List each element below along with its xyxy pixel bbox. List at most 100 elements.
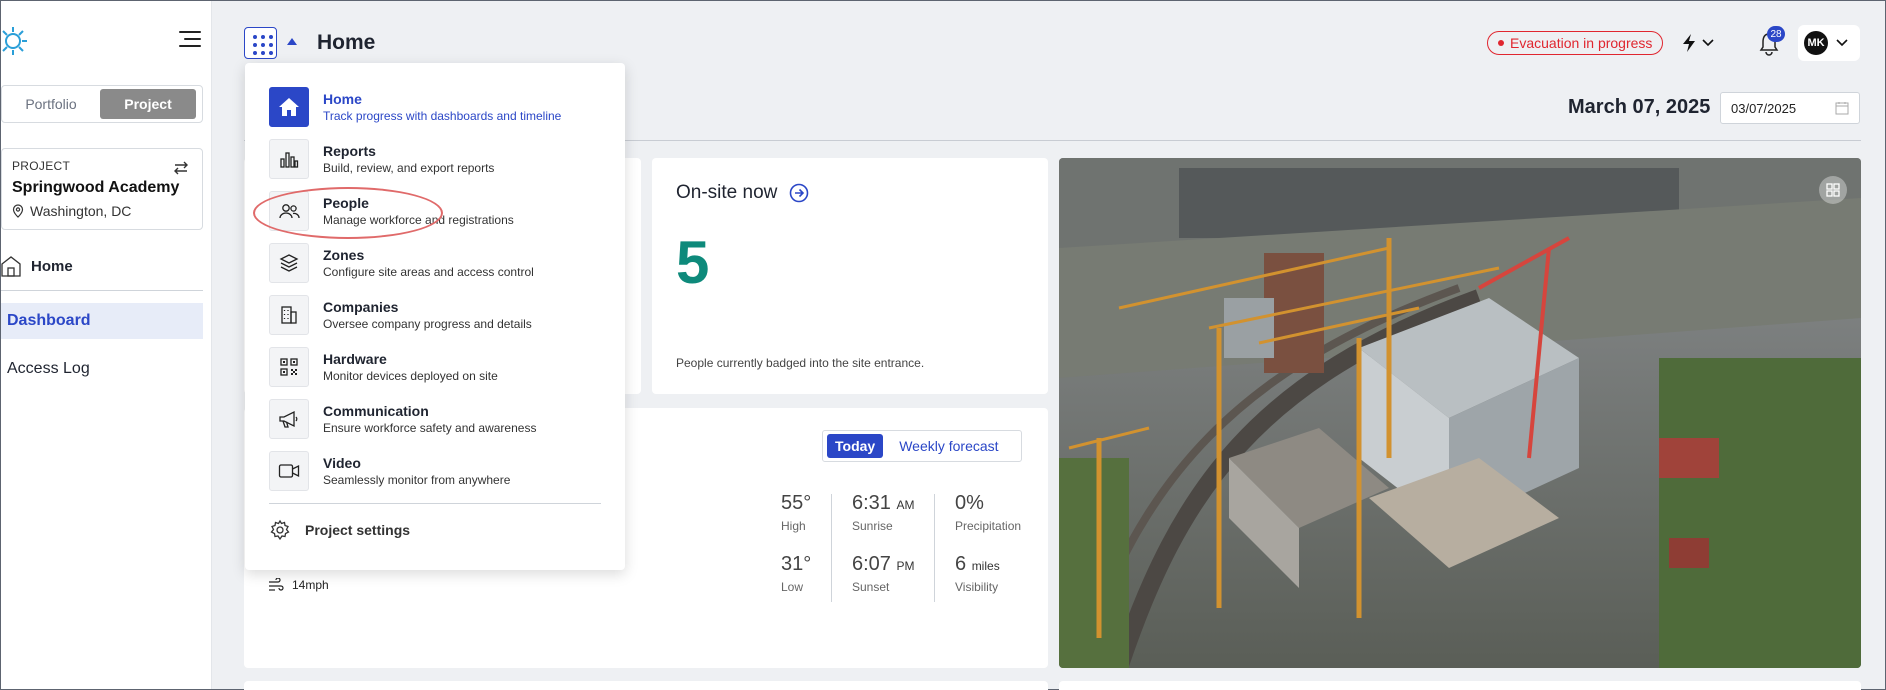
current-date-heading: March 07, 2025 bbox=[1568, 96, 1711, 118]
app-launcher-button[interactable] bbox=[244, 27, 277, 59]
menu-item-title: Zones bbox=[323, 247, 365, 263]
onsite-title-text: On-site now bbox=[676, 182, 778, 203]
menu-item-title: People bbox=[323, 195, 369, 211]
expand-view-icon[interactable] bbox=[1819, 176, 1847, 204]
menu-item-communication[interactable]: Communication Ensure workforce safety and… bbox=[269, 397, 609, 441]
chevron-down-icon bbox=[1702, 39, 1714, 47]
visibility-value: 6 miles bbox=[955, 553, 1000, 575]
sidebar-item-dashboard[interactable]: Dashboard bbox=[1, 303, 203, 339]
dashboard-card bbox=[244, 681, 1048, 690]
hamburger-menu-icon[interactable] bbox=[179, 31, 201, 49]
conditions-column: 0% Precipitation 6 miles Visibility bbox=[955, 492, 1021, 594]
visibility-label: Visibility bbox=[955, 580, 999, 594]
notification-count-badge: 28 bbox=[1767, 26, 1785, 42]
home-outline-icon bbox=[1, 256, 21, 277]
sun-column: 6:31 AM Sunrise 6:07 PM Sunset bbox=[852, 492, 915, 594]
sidebar-item-home[interactable]: Home bbox=[1, 253, 203, 279]
home-icon bbox=[269, 87, 309, 127]
arrow-right-circle-icon[interactable] bbox=[789, 183, 809, 203]
date-picker-value: 03/07/2025 bbox=[1731, 100, 1797, 116]
project-card: PROJECT Springwood Academy Washington, D… bbox=[1, 148, 203, 230]
menu-item-title: Companies bbox=[323, 299, 399, 315]
portfolio-tab[interactable]: Portfolio bbox=[2, 89, 100, 119]
today-tab[interactable]: Today bbox=[827, 434, 884, 458]
temperature-column: 55° High 31° Low bbox=[781, 492, 811, 594]
swap-project-icon[interactable] bbox=[172, 159, 190, 177]
wind-icon bbox=[269, 578, 284, 591]
menu-item-zones[interactable]: Zones Configure site areas and access con… bbox=[269, 241, 609, 285]
sunrise-value: 6:31 AM bbox=[852, 492, 915, 514]
caret-up-icon[interactable] bbox=[287, 38, 297, 45]
people-icon bbox=[269, 191, 309, 231]
avatar: MK bbox=[1804, 31, 1828, 55]
logo-icon bbox=[2, 27, 27, 55]
project-location-text: Washington, DC bbox=[30, 203, 132, 219]
project-settings-link[interactable]: Project settings bbox=[269, 519, 410, 541]
user-menu-button[interactable]: MK bbox=[1798, 25, 1860, 61]
sunset-label: Sunset bbox=[852, 580, 890, 594]
onsite-title: On-site now bbox=[676, 182, 1024, 204]
menu-item-subtitle: Configure site areas and access control bbox=[323, 265, 534, 279]
qr-code-icon bbox=[269, 347, 309, 387]
menu-item-subtitle: Manage workforce and registrations bbox=[323, 213, 514, 227]
menu-item-title: Communication bbox=[323, 403, 429, 419]
date-picker-input[interactable]: 03/07/2025 bbox=[1720, 92, 1860, 124]
project-tab[interactable]: Project bbox=[100, 89, 196, 119]
menu-item-reports[interactable]: Reports Build, review, and export reports bbox=[269, 137, 609, 181]
menu-item-subtitle: Ensure workforce safety and awareness bbox=[323, 421, 537, 435]
portfolio-project-switch: Portfolio Project bbox=[1, 85, 203, 123]
onsite-card: On-site now 5 People currently badged in… bbox=[652, 158, 1048, 394]
weekly-forecast-tab[interactable]: Weekly forecast bbox=[889, 438, 998, 454]
alert-dot-icon bbox=[1498, 40, 1504, 46]
onsite-count: 5 bbox=[676, 229, 710, 296]
weather-divider bbox=[831, 494, 832, 602]
weather-divider bbox=[934, 494, 935, 602]
construction-site-image bbox=[1059, 158, 1861, 668]
megaphone-icon bbox=[269, 399, 309, 439]
onsite-caption: People currently badged into the site en… bbox=[676, 356, 925, 370]
quick-actions-button[interactable] bbox=[1681, 31, 1721, 55]
menu-item-people[interactable]: People Manage workforce and registrations bbox=[269, 189, 609, 233]
project-name: Springwood Academy bbox=[12, 179, 180, 196]
low-temp-value: 31° bbox=[781, 553, 812, 575]
chevron-down-icon bbox=[1836, 39, 1848, 47]
app-launcher-menu: Home Track progress with dashboards and t… bbox=[245, 63, 625, 570]
evacuation-status-text: Evacuation in progress bbox=[1510, 35, 1653, 51]
menu-item-home[interactable]: Home Track progress with dashboards and t… bbox=[269, 85, 609, 129]
video-camera-icon bbox=[269, 451, 309, 491]
site-photo bbox=[1059, 158, 1861, 668]
wind-speed: 14mph bbox=[268, 578, 329, 592]
menu-item-title: Reports bbox=[323, 143, 376, 159]
dashboard-card bbox=[1059, 681, 1861, 690]
calendar-icon[interactable] bbox=[1835, 101, 1849, 115]
evacuation-status-badge[interactable]: Evacuation in progress bbox=[1487, 31, 1664, 55]
gear-icon bbox=[270, 519, 290, 541]
precipitation-label: Precipitation bbox=[955, 519, 1022, 533]
high-temp-value: 55° bbox=[781, 492, 812, 514]
sidebar-item-home-label: Home bbox=[31, 257, 73, 275]
menu-item-hardware[interactable]: Hardware Monitor devices deployed on site bbox=[269, 345, 609, 389]
sidebar: Portfolio Project PROJECT Springwood Aca… bbox=[1, 1, 212, 689]
low-temp-label: Low bbox=[781, 580, 804, 594]
sidebar-item-access-log[interactable]: Access Log bbox=[1, 357, 203, 381]
menu-divider bbox=[269, 503, 601, 504]
sunset-value: 6:07 PM bbox=[852, 553, 915, 575]
sunrise-label: Sunrise bbox=[852, 519, 893, 533]
location-pin-icon bbox=[12, 204, 24, 218]
project-location: Washington, DC bbox=[12, 203, 192, 219]
menu-item-subtitle: Seamlessly monitor from anywhere bbox=[323, 473, 511, 487]
layers-icon bbox=[269, 243, 309, 283]
menu-item-title: Video bbox=[323, 455, 361, 471]
menu-item-subtitle: Track progress with dashboards and timel… bbox=[323, 109, 562, 123]
building-icon bbox=[269, 295, 309, 335]
menu-item-subtitle: Oversee company progress and details bbox=[323, 317, 532, 331]
menu-item-title: Home bbox=[323, 91, 362, 107]
menu-item-video[interactable]: Video Seamlessly monitor from anywhere bbox=[269, 449, 609, 493]
menu-item-title: Hardware bbox=[323, 351, 387, 367]
lightning-bolt-icon bbox=[1683, 34, 1695, 52]
menu-item-subtitle: Build, review, and export reports bbox=[323, 161, 495, 175]
forecast-toggle: Today Weekly forecast bbox=[822, 430, 1022, 462]
high-temp-label: High bbox=[781, 519, 806, 533]
bar-chart-icon bbox=[269, 139, 309, 179]
menu-item-companies[interactable]: Companies Oversee company progress and de… bbox=[269, 293, 609, 337]
